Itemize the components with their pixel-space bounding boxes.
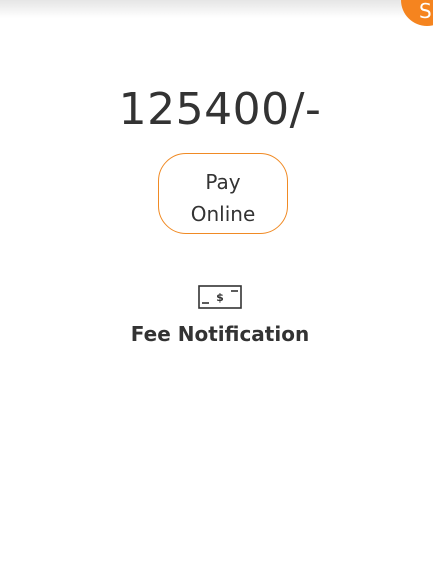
money-bill-icon: $ (198, 285, 242, 309)
corner-badge[interactable]: S (401, 0, 433, 26)
fee-notification-label: Fee Notification (130, 322, 310, 346)
pay-online-label-line2: Online (190, 202, 256, 226)
pay-online-button[interactable]: Pay Online (158, 153, 288, 234)
header-shadow (0, 0, 433, 18)
fee-notification-link[interactable]: $ Fee Notification (120, 284, 320, 350)
money-bill-symbol: $ (216, 291, 224, 304)
pay-online-label-line1: Pay (205, 170, 241, 194)
fee-amount: 125400/- (118, 84, 322, 135)
corner-badge-letter: S (419, 0, 432, 23)
